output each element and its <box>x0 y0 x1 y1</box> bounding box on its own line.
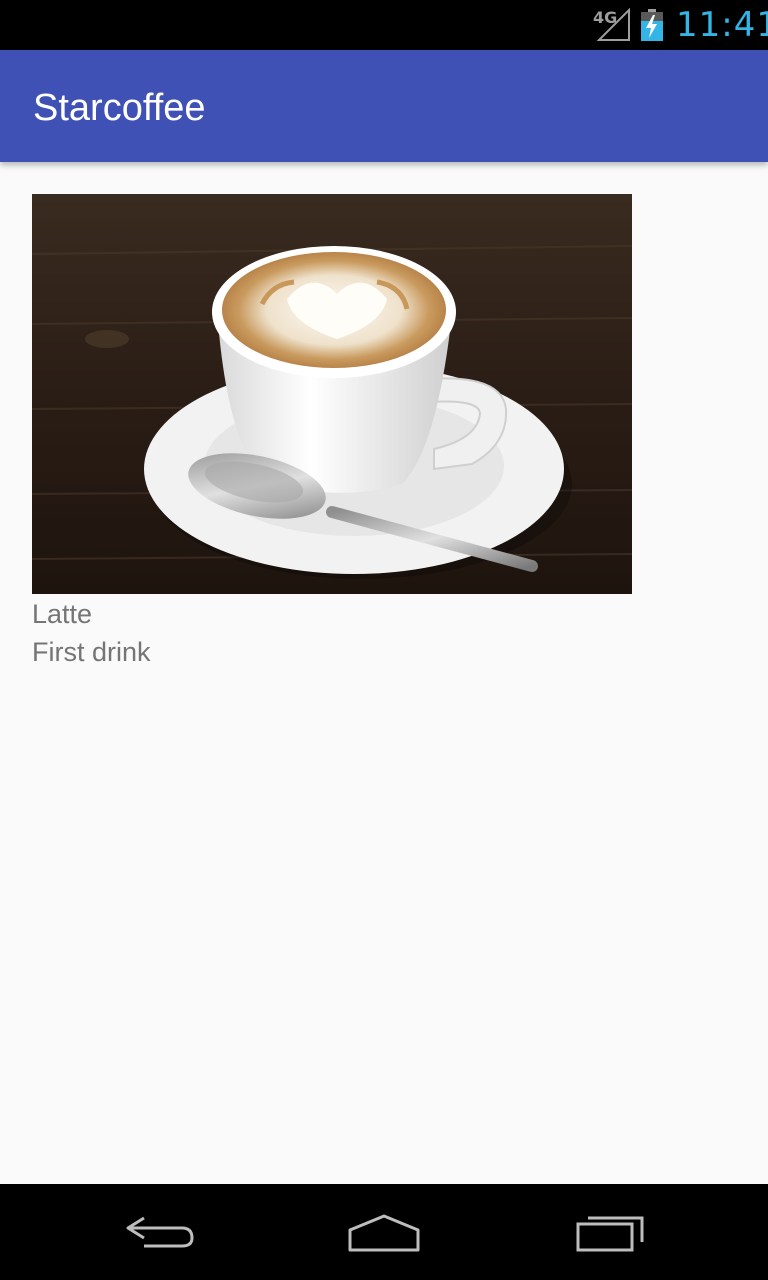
signal-icon <box>596 8 630 41</box>
home-icon[interactable] <box>344 1208 424 1256</box>
recents-icon[interactable] <box>570 1208 650 1256</box>
navigation-bar <box>0 1184 768 1280</box>
drink-list: Latte First drink <box>0 162 768 1184</box>
clock: 11:41 <box>676 5 768 45</box>
battery-charging-icon <box>641 9 663 41</box>
back-icon[interactable] <box>120 1208 200 1256</box>
drink-description: First drink <box>32 637 151 667</box>
status-bar: 4G 11:41 <box>0 0 768 50</box>
drink-name: Latte <box>32 599 93 629</box>
app-bar: Starcoffee <box>0 50 768 162</box>
app-title: Starcoffee <box>33 87 206 129</box>
latte-cup-photo <box>32 194 632 594</box>
network-indicator: 4G <box>593 8 633 42</box>
list-item[interactable]: Latte First drink <box>32 194 632 674</box>
